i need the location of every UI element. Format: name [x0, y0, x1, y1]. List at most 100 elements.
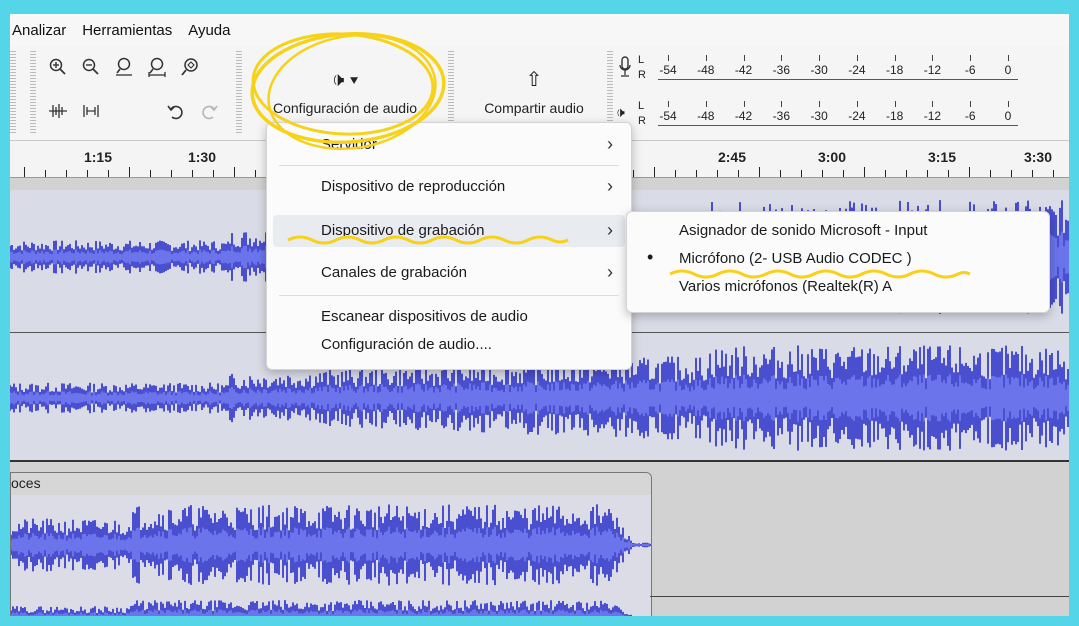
meter-scale-label: -30	[810, 63, 828, 77]
meter-scale-label: -48	[697, 109, 715, 123]
meter-scale-label: 0	[1004, 109, 1012, 123]
ruler-tick	[654, 167, 655, 177]
playback-meter-scale: -54 -48 -42 -36 -30 -24 -18 -12 -6 0	[658, 101, 1018, 131]
meter-tick	[781, 55, 783, 61]
device-option[interactable]: Asignador de sonido Microsoft - Input	[627, 216, 1049, 244]
meter-tick	[1008, 101, 1009, 107]
ruler-tick	[738, 170, 739, 177]
zoom-out-button[interactable]	[76, 52, 106, 82]
meter-tick	[668, 55, 669, 61]
ruler-tick	[801, 170, 802, 177]
meter-scale-label: -54	[659, 109, 677, 123]
toolbar-grip[interactable]	[10, 51, 16, 135]
zoom-in-button[interactable]	[43, 52, 73, 82]
ruler-tick	[990, 170, 991, 177]
ruler-tick	[255, 170, 256, 177]
meter-scale-label: -24	[848, 109, 866, 123]
ruler-tick	[948, 170, 949, 177]
meter-tick	[819, 101, 821, 107]
ruler-tick	[192, 170, 193, 177]
menu-analizar[interactable]: Analizar	[12, 22, 66, 39]
meter-track	[658, 79, 1018, 80]
silence-audio-icon	[83, 105, 99, 117]
chevron-right-icon: ›	[607, 262, 613, 282]
meter-scale-label: -18	[885, 109, 904, 123]
ruler-tick	[213, 170, 214, 177]
menu-item-playback-device[interactable]: Dispositivo de reproducción ›	[267, 171, 631, 203]
meter-scale-label: -48	[697, 63, 715, 77]
clip-header[interactable]	[11, 473, 651, 495]
device-option[interactable]: Varios micrófonos (Realtek(R) A	[627, 272, 1049, 300]
meter-scale-label: -42	[734, 63, 753, 77]
ruler-tick	[171, 170, 172, 177]
meter-scale-label: 0	[1004, 63, 1012, 77]
meter-scale-label: -12	[923, 109, 942, 123]
ruler-tick	[108, 170, 109, 177]
meter-scale-label: -12	[923, 63, 942, 77]
meter-tick	[781, 101, 783, 107]
meter-tick	[705, 55, 707, 61]
menu-separator	[279, 165, 619, 166]
meter-tick	[705, 101, 707, 107]
meter-tick	[1008, 55, 1009, 61]
meter-tick	[743, 55, 745, 61]
ruler-tick	[1032, 170, 1033, 177]
menu-item-label: Dispositivo de reproducción	[321, 178, 506, 195]
menu-item-servidor[interactable]: Servidor ›	[267, 129, 631, 161]
audio-setup-label: Configuración de audio	[273, 100, 417, 116]
meter-scale-label: -36	[772, 109, 790, 123]
audacity-window: Analizar Herramientas Ayuda 🕩 ▾ Configur…	[10, 14, 1069, 616]
device-option-selected[interactable]: • Micrófono (2- USB Audio CODEC )	[627, 244, 1049, 272]
ruler-tick	[927, 170, 928, 177]
zoom-out-icon	[82, 58, 99, 75]
meter-scale-label: -42	[734, 109, 753, 123]
silence-button[interactable]	[76, 96, 106, 126]
fit-project-button[interactable]	[142, 52, 172, 82]
meter-scale-label: -54	[659, 63, 677, 77]
chevron-right-icon: ›	[607, 134, 613, 154]
toolbar-grip[interactable]	[30, 51, 36, 135]
microphone-icon	[619, 56, 631, 77]
meter-scale-label: -24	[848, 63, 866, 77]
meter-tick	[970, 101, 972, 107]
ruler-tick	[717, 170, 718, 177]
menu-item-label: Escanear dispositivos de audio	[321, 308, 528, 325]
undo-button[interactable]	[160, 96, 190, 126]
waveform-channel-right	[11, 600, 632, 616]
menu-item-audio-settings[interactable]: Configuración de audio....	[267, 329, 631, 361]
playback-meter[interactable]: 🕩 LR -54 -48 -42 -36 -30 -24 -18 -12 -6 0	[616, 98, 1018, 134]
clip-title: oces	[11, 475, 41, 491]
audio-clip-2[interactable]: oces	[10, 472, 652, 616]
menu-item-recording-device[interactable]: Dispositivo de grabación ›	[273, 215, 625, 247]
device-option-label: Micrófono (2- USB Audio CODEC )	[679, 250, 912, 267]
meter-tick	[932, 55, 934, 61]
menu-ayuda[interactable]: Ayuda	[188, 22, 230, 39]
menu-herramientas[interactable]: Herramientas	[82, 22, 172, 39]
ruler-time-label: 3:00	[817, 149, 847, 165]
zoom-in-icon	[49, 58, 66, 75]
ruler-time-label: 3:30	[1023, 149, 1053, 165]
ruler-tick	[696, 170, 697, 177]
ruler-tick	[675, 170, 676, 177]
ruler-tick	[1053, 170, 1054, 177]
menu-item-recording-channels[interactable]: Canales de grabación ›	[267, 257, 631, 289]
share-audio-label: Compartir audio	[484, 100, 584, 116]
trim-button[interactable]	[43, 96, 73, 126]
meter-left-label: L	[638, 100, 645, 112]
zoom-sel-icon	[116, 57, 132, 76]
recording-meter[interactable]: LR -54 -48 -42 -36 -30 -24 -18 -12 -6 0	[616, 52, 1018, 88]
redo-button[interactable]	[195, 96, 225, 126]
channel-divider	[650, 596, 1069, 597]
ruler-tick	[843, 170, 844, 177]
menu-item-label: Canales de grabación	[321, 264, 467, 281]
zoom-toggle-button[interactable]	[175, 52, 205, 82]
ruler-time-label: 3:15	[927, 149, 957, 165]
ruler-tick	[822, 170, 823, 177]
share-upload-icon: ⇧	[525, 69, 543, 91]
toolbar-grip[interactable]	[236, 51, 242, 135]
ruler-tick	[906, 170, 907, 177]
meter-track	[658, 125, 1018, 126]
undo-icon	[167, 105, 183, 120]
fit-selection-button[interactable]	[109, 52, 139, 82]
meter-tick	[743, 101, 745, 107]
